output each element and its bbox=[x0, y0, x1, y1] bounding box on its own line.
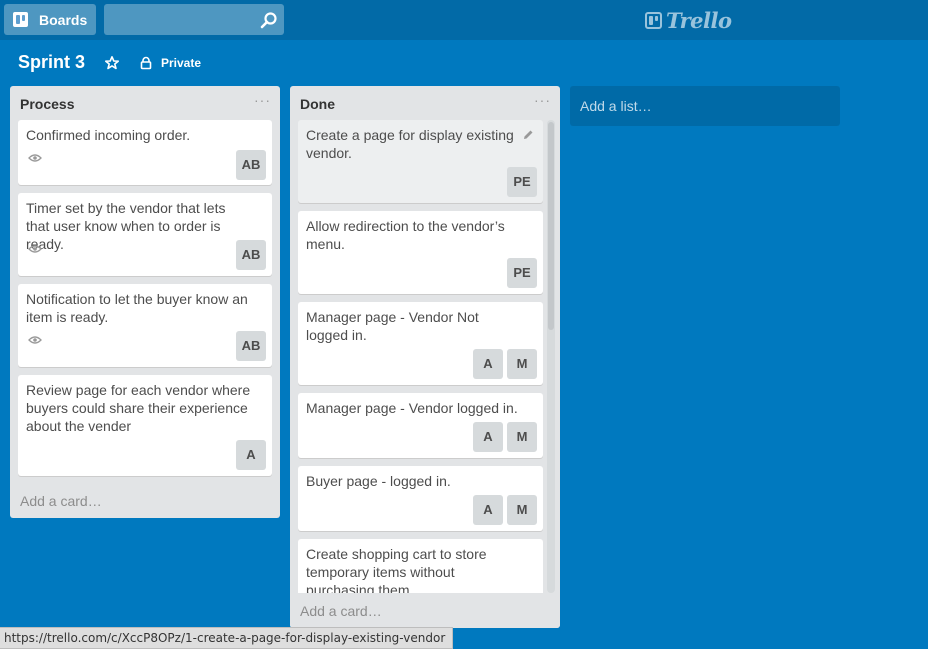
member-avatar[interactable]: A bbox=[473, 422, 503, 452]
trello-logo[interactable]: Trello bbox=[645, 7, 732, 33]
card[interactable]: Create a page for display existing vendo… bbox=[298, 120, 543, 203]
top-header: Boards Trello bbox=[0, 0, 928, 40]
privacy-label: Private bbox=[161, 56, 202, 70]
trello-logo-icon bbox=[645, 11, 662, 29]
boards-icon bbox=[13, 12, 28, 27]
add-card-button[interactable]: Add a card… bbox=[20, 493, 102, 509]
card-title: Manager page - Vendor logged in. bbox=[306, 400, 518, 416]
card[interactable]: Manager page - Vendor logged in. A M bbox=[298, 393, 543, 458]
card[interactable]: Manager page - Vendor Not logged in. A M bbox=[298, 302, 543, 385]
card[interactable]: Review page for each vendor where buyers… bbox=[18, 375, 272, 476]
card-title: Create a page for display existing vendo… bbox=[306, 127, 514, 161]
card-title: Manager page - Vendor Not logged in. bbox=[306, 309, 479, 343]
list-scrollbar-thumb[interactable] bbox=[548, 122, 554, 330]
member-avatar[interactable]: A bbox=[473, 349, 503, 379]
member-avatar[interactable]: M bbox=[507, 495, 537, 525]
card-title: Timer set by the vendor that lets that u… bbox=[26, 200, 226, 252]
card-title: Allow redirection to the vendor’s menu. bbox=[306, 218, 505, 252]
lock-icon bbox=[140, 56, 152, 70]
boards-button-label: Boards bbox=[39, 11, 88, 28]
member-avatar[interactable]: AB bbox=[236, 331, 266, 361]
privacy-button[interactable]: Private bbox=[139, 54, 201, 72]
watch-eye-icon bbox=[28, 245, 42, 253]
card-title: Confirmed incoming order. bbox=[26, 127, 191, 143]
list-menu-icon[interactable]: ··· bbox=[254, 93, 270, 107]
add-list-button[interactable]: Add a list… bbox=[570, 86, 840, 126]
star-icon[interactable] bbox=[104, 55, 120, 71]
list-title[interactable]: Done bbox=[300, 96, 335, 112]
trello-logo-text: Trello bbox=[666, 7, 732, 33]
card-title: Create shopping cart to store temporary … bbox=[306, 546, 487, 593]
watch-eye-icon bbox=[28, 154, 42, 162]
list-done: Done ··· Create a page for display exist… bbox=[290, 86, 560, 628]
member-avatar[interactable]: AB bbox=[236, 150, 266, 180]
card[interactable]: Notification to let the buyer know an it… bbox=[18, 284, 272, 367]
member-avatar[interactable]: A bbox=[473, 495, 503, 525]
boards-button[interactable]: Boards bbox=[4, 4, 96, 35]
card[interactable]: Create shopping cart to store temporary … bbox=[298, 539, 543, 593]
card[interactable]: Timer set by the vendor that lets that u… bbox=[18, 193, 272, 276]
member-avatar[interactable]: A bbox=[236, 440, 266, 470]
add-list-label: Add a list… bbox=[580, 98, 652, 114]
watch-eye-icon bbox=[28, 336, 42, 344]
member-avatar[interactable]: PE bbox=[507, 167, 537, 197]
card[interactable]: Confirmed incoming order. AB bbox=[18, 120, 272, 185]
edit-pencil-icon[interactable] bbox=[521, 128, 535, 142]
member-avatar[interactable]: AB bbox=[236, 240, 266, 270]
browser-status-bar: https://trello.com/c/XccP8OPz/1-create-a… bbox=[0, 627, 453, 649]
member-avatar[interactable]: M bbox=[507, 422, 537, 452]
card-title: Notification to let the buyer know an it… bbox=[26, 291, 248, 325]
member-avatar[interactable]: PE bbox=[507, 258, 537, 288]
list-title[interactable]: Process bbox=[20, 96, 74, 112]
list-menu-icon[interactable]: ··· bbox=[534, 93, 550, 107]
board-title[interactable]: Sprint 3 bbox=[18, 52, 85, 73]
card-title: Review page for each vendor where buyers… bbox=[26, 382, 251, 434]
card-title: Buyer page - logged in. bbox=[306, 473, 451, 489]
member-avatar[interactable]: M bbox=[507, 349, 537, 379]
card[interactable]: Buyer page - logged in. A M bbox=[298, 466, 543, 531]
done-cards-scroll-area: Done ··· Create a page for display exist… bbox=[290, 86, 560, 593]
search-input[interactable] bbox=[104, 4, 284, 35]
list-footer: Add a card… bbox=[290, 593, 560, 628]
card[interactable]: Allow redirection to the vendor’s menu. … bbox=[298, 211, 543, 294]
search-icon[interactable] bbox=[260, 11, 278, 29]
add-card-button[interactable]: Add a card… bbox=[300, 603, 382, 619]
list-process: Process ··· Confirmed incoming order. AB… bbox=[10, 86, 280, 518]
